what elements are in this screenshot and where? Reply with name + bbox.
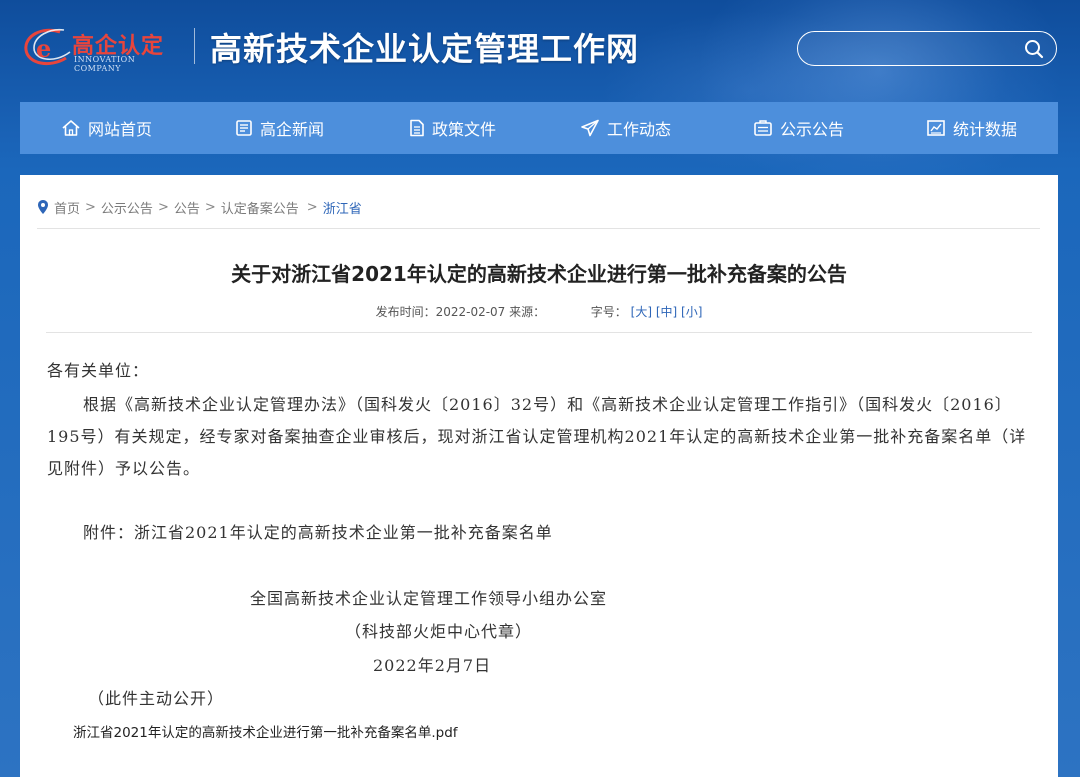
announcement-icon (754, 120, 772, 136)
main-nav: 网站首页 高企新闻 政策文件 工作动态 公示公告 统计数据 (20, 102, 1058, 154)
article-meta: 发布时间：2022-02-07 来源： 字号： [大] [中] [小] (20, 303, 1058, 320)
home-icon (62, 120, 80, 136)
news-icon (236, 120, 252, 136)
breadcrumb-home[interactable]: 首页 (54, 198, 80, 217)
logo-swirl-icon: e (24, 28, 71, 66)
signature-seal: （科技部火炬中心代章） (345, 622, 533, 641)
article-title: 关于对浙江省2021年认定的高新技术企业进行第一批补充备案的公告 (231, 262, 847, 286)
breadcrumb-separator: > (85, 199, 96, 215)
breadcrumb-current[interactable]: 浙江省 (323, 198, 362, 217)
nav-label: 工作动态 (606, 120, 671, 139)
breadcrumb-separator: > (157, 199, 169, 215)
nav-label: 公示公告 (779, 120, 844, 139)
nav-item-work[interactable]: 工作动态 (539, 102, 712, 154)
search-box (797, 31, 1057, 66)
site-logo[interactable]: e 高企认定 INNOVATION COMPANY (20, 22, 180, 73)
meta-divider (46, 332, 1032, 333)
nav-label: 政策文件 (431, 120, 496, 139)
nav-item-policy[interactable]: 政策文件 (366, 102, 539, 154)
search-icon[interactable] (1024, 39, 1044, 59)
paper-plane-icon (581, 119, 599, 137)
body-paragraph: 根据《高新技术企业认定管理办法》（国科发火〔2016〕32号）和《高新技术企业认… (47, 395, 1027, 478)
nav-item-news[interactable]: 高企新闻 (193, 102, 366, 154)
breadcrumb-filing[interactable]: 认定备案公告 (221, 198, 299, 217)
greeting: 各有关单位： (47, 361, 150, 380)
page: e 高企认定 INNOVATION COMPANY 高新技术企业认定管理工作网 … (0, 0, 1080, 777)
site-title: 高新技术企业认定管理工作网 (210, 30, 640, 68)
logo-subtitle: INNOVATION COMPANY (74, 55, 136, 73)
nav-label: 高企新闻 (259, 120, 324, 139)
breadcrumb-separator: > (204, 199, 216, 215)
search-input[interactable] (812, 37, 1012, 61)
signature-org: 全国高新技术企业认定管理工作领导小组办公室 (250, 589, 608, 608)
breadcrumb-separator: > (306, 199, 318, 215)
chart-icon (927, 120, 945, 136)
font-size-label: 字号： (590, 305, 627, 319)
nav-item-home[interactable]: 网站首页 (20, 102, 193, 154)
nav-label: 统计数据 (952, 120, 1017, 139)
document-icon (410, 119, 424, 137)
public-note: （此件主动公开） (88, 689, 225, 708)
breadcrumb: 首页 > 公示公告 > 公告 > 认定备案公告 > 浙江省 (37, 197, 362, 217)
site-header: e 高企认定 INNOVATION COMPANY 高新技术企业认定管理工作网 (0, 0, 1080, 100)
nav-item-announcement[interactable]: 公示公告 (712, 102, 885, 154)
article-container: 首页 > 公示公告 > 公告 > 认定备案公告 > 浙江省 关于对浙江省2021… (20, 175, 1058, 777)
breadcrumb-announcement[interactable]: 公示公告 (101, 198, 153, 217)
header-divider (194, 28, 195, 64)
location-pin-icon (38, 200, 48, 214)
font-size-small-button[interactable]: [小] (681, 305, 702, 319)
breadcrumb-notice[interactable]: 公告 (174, 198, 200, 217)
svg-text:e: e (36, 34, 51, 63)
pdf-attachment-link[interactable]: 浙江省2021年认定的高新技术企业进行第一批补充备案名单.pdf (73, 721, 458, 741)
publish-info: 发布时间：2022-02-07 来源： (375, 305, 546, 319)
nav-item-stats[interactable]: 统计数据 (885, 102, 1058, 154)
signature-date: 2022年2月7日 (373, 656, 492, 675)
breadcrumb-divider (37, 228, 1040, 229)
nav-label: 网站首页 (87, 120, 152, 139)
font-size-medium-button[interactable]: [中] (656, 305, 677, 319)
font-size-large-button[interactable]: [大] (631, 305, 652, 319)
attachment-note: 附件：浙江省2021年认定的高新技术企业第一批补充备案名单 (83, 523, 553, 542)
